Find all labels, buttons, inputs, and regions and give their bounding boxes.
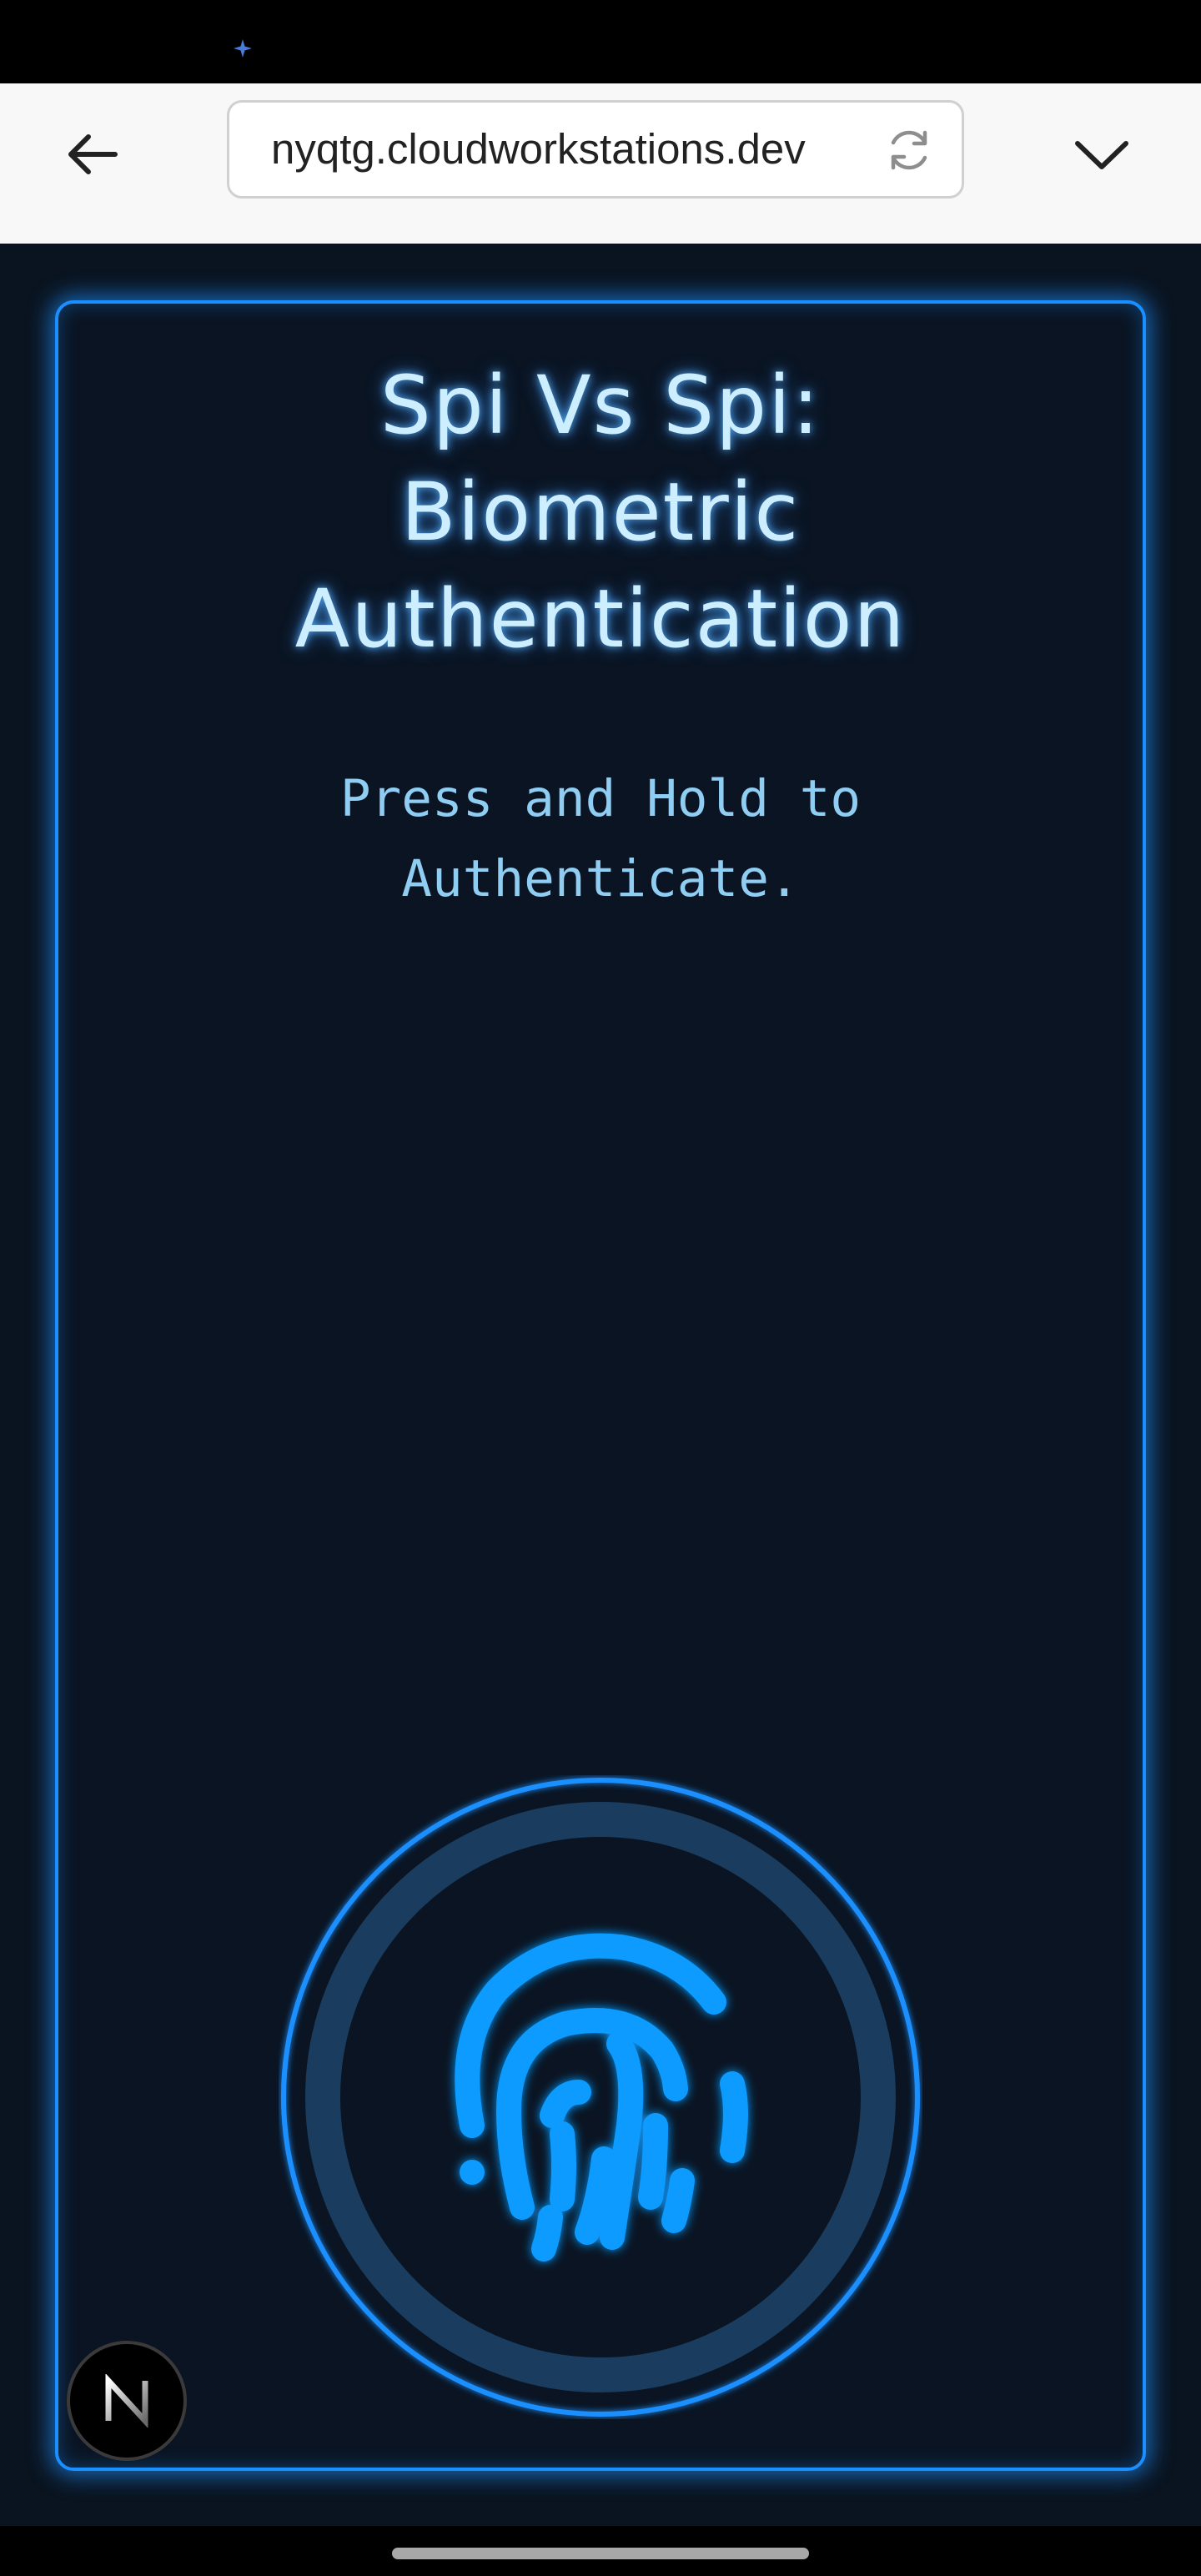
reload-icon[interactable] — [883, 124, 935, 176]
title-line: Spi Vs Spi: — [379, 359, 822, 452]
address-bar[interactable]: nyqtg.cloudworkstations.dev — [227, 100, 964, 199]
title-line: Biometric — [400, 465, 801, 559]
sparkle-icon — [234, 39, 252, 58]
tab-menu-button[interactable] — [1064, 117, 1139, 192]
page-title: Spi Vs Spi: Biometric Authentication — [0, 352, 1201, 672]
nextjs-logo-icon — [105, 2374, 148, 2428]
url-text: nyqtg.cloudworkstations.dev — [271, 125, 806, 173]
nextjs-dev-indicator[interactable] — [67, 2341, 187, 2461]
scanner-progress-track — [305, 1802, 896, 2392]
back-button[interactable] — [55, 117, 130, 192]
system-nav-bar — [0, 2526, 1201, 2576]
gesture-handle[interactable] — [392, 2548, 809, 2559]
fingerprint-scanner-graphic — [281, 1778, 920, 2417]
browser-toolbar: nyqtg.cloudworkstations.dev — [0, 83, 1201, 244]
scanner-outer-ring — [281, 1778, 920, 2417]
page-content: Spi Vs Spi: Biometric Authentication Pre… — [0, 244, 1201, 2526]
fingerprint-scanner-button[interactable] — [279, 1775, 922, 2419]
chevron-down-icon — [1075, 141, 1128, 169]
fingerprint-icon — [455, 1933, 748, 2262]
arrow-left-icon — [68, 134, 118, 174]
instruction-line: Press and Hold to — [339, 769, 862, 828]
status-bar — [0, 0, 1201, 83]
auth-instruction: Press and Hold to Authenticate. — [0, 759, 1201, 919]
title-line: Authentication — [294, 572, 907, 666]
instruction-line: Authenticate. — [401, 849, 800, 908]
